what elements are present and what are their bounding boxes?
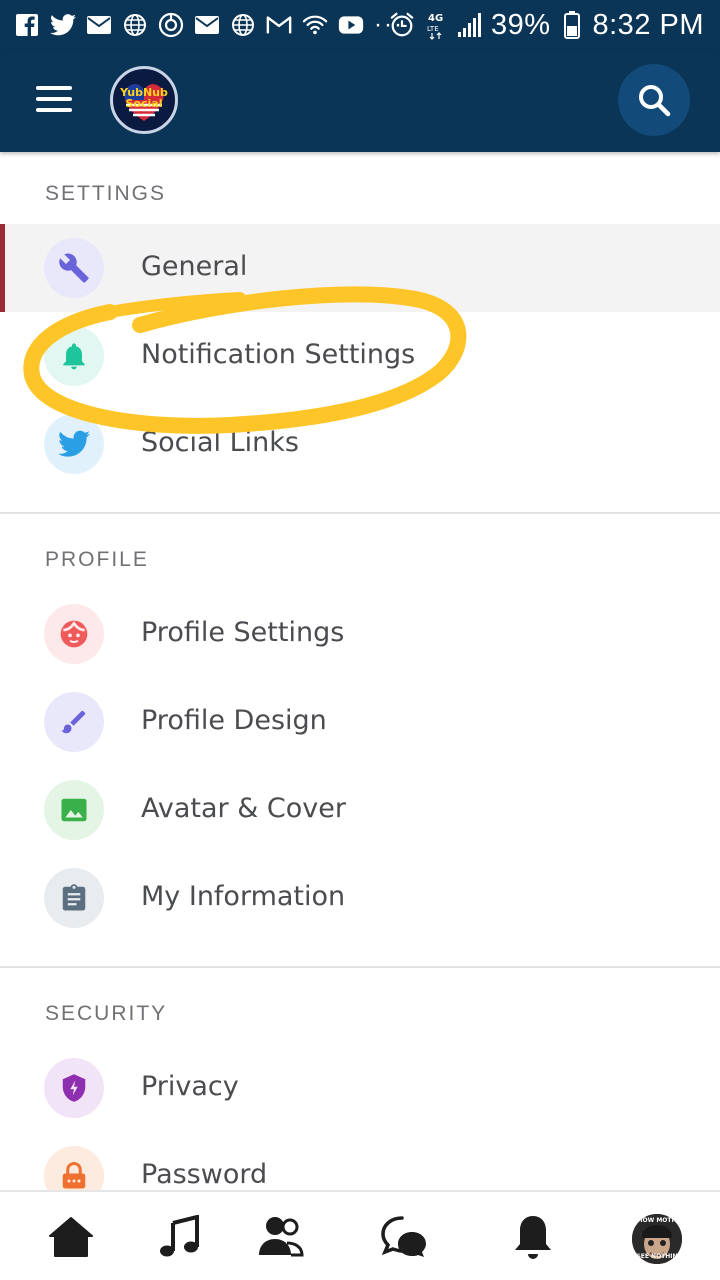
- wifi-icon: [302, 12, 328, 38]
- menu-item-label: Avatar & Cover: [141, 793, 346, 824]
- signal-icon: [457, 12, 483, 38]
- status-bar: ··· 4G LTE 39% 8:32 PM: [0, 0, 720, 50]
- facebook-icon: [14, 12, 40, 38]
- mail-icon: [86, 12, 112, 38]
- menu-item-label: Profile Design: [141, 705, 327, 736]
- mail-icon: [194, 12, 220, 38]
- menu-item-label: Privacy: [141, 1071, 239, 1102]
- app-bar: YubNub Social: [0, 50, 720, 152]
- bottom-navigation: HOW MOTH SEE NOTHIN: [0, 1190, 720, 1280]
- menu-item-label: General: [141, 251, 248, 282]
- menu-item-general[interactable]: General: [0, 224, 720, 312]
- section-divider: [0, 512, 720, 514]
- status-left-icons: ···: [14, 9, 412, 41]
- clock-time: 8:32 PM: [592, 8, 704, 41]
- bell-icon: [44, 326, 104, 386]
- menu-item-privacy[interactable]: Privacy: [0, 1044, 720, 1132]
- search-icon: [639, 85, 671, 117]
- battery-percentage: 39%: [490, 8, 551, 41]
- friends-icon[interactable]: [256, 1212, 306, 1262]
- face-icon: [44, 604, 104, 664]
- section-divider: [0, 966, 720, 968]
- svg-text:LTE: LTE: [427, 25, 439, 33]
- music-icon[interactable]: [154, 1212, 204, 1262]
- search-button[interactable]: [618, 64, 690, 136]
- globe-icon: [230, 12, 256, 38]
- menu-item-notification-settings[interactable]: Notification Settings: [0, 312, 720, 400]
- alarm-icon: [389, 12, 415, 38]
- menu-item-profile-design[interactable]: Profile Design: [0, 678, 720, 766]
- twitter-icon: [44, 414, 104, 474]
- avatar-caption-bottom: SEE NOTHIN: [636, 1253, 678, 1260]
- menu-item-my-information[interactable]: My Information: [0, 854, 720, 942]
- sync-icon: [158, 12, 184, 38]
- svg-text:4G: 4G: [428, 13, 443, 24]
- wrench-icon: [44, 238, 104, 298]
- 4g-lte-icon: 4G LTE: [423, 12, 449, 40]
- menu-item-label: Notification Settings: [141, 339, 416, 370]
- shield-bolt-icon: [44, 1058, 104, 1118]
- section-title-security: SECURITY: [45, 1002, 168, 1025]
- brush-icon: [44, 692, 104, 752]
- status-right-icons: 4G LTE 39% 8:32 PM: [389, 6, 704, 44]
- user-avatar[interactable]: HOW MOTH SEE NOTHIN: [632, 1214, 682, 1264]
- notifications-icon[interactable]: [508, 1212, 558, 1262]
- clipboard-icon: [44, 868, 104, 928]
- messages-icon[interactable]: [380, 1212, 430, 1262]
- twitter-icon: [50, 12, 76, 38]
- youtube-icon: [338, 12, 364, 38]
- menu-item-social-links[interactable]: Social Links: [0, 400, 720, 488]
- hamburger-menu-icon[interactable]: [36, 86, 72, 116]
- menu-item-label: Password: [141, 1159, 268, 1190]
- menu-item-label: My Information: [141, 881, 346, 912]
- menu-item-avatar-cover[interactable]: Avatar & Cover: [0, 766, 720, 854]
- section-title-settings: SETTINGS: [45, 182, 167, 205]
- section-title-profile: PROFILE: [45, 548, 149, 571]
- gmail-icon: [266, 12, 292, 38]
- logo-text: YubNub Social: [120, 86, 168, 110]
- menu-item-label: Social Links: [141, 427, 299, 458]
- home-icon[interactable]: [46, 1212, 96, 1262]
- image-icon: [44, 780, 104, 840]
- globe-icon: [122, 12, 148, 38]
- battery-icon: [559, 11, 585, 39]
- menu-item-label: Profile Settings: [141, 617, 345, 648]
- avatar-caption-top: HOW MOTH: [637, 1217, 677, 1224]
- menu-item-profile-settings[interactable]: Profile Settings: [0, 590, 720, 678]
- yubnub-logo[interactable]: YubNub Social: [110, 66, 178, 134]
